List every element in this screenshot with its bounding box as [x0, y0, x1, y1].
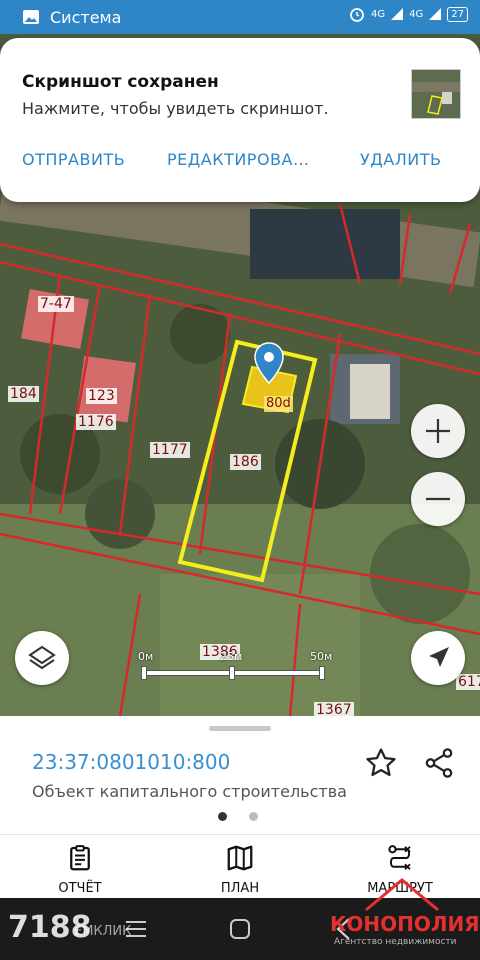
notification-subtitle: Нажмите, чтобы увидеть скриншот.	[22, 99, 329, 118]
tab-label: ПЛАН	[220, 881, 260, 896]
notification-title: Скриншот сохранен	[22, 72, 219, 92]
lot-label[interactable]: 1177	[150, 442, 190, 458]
location-pin-icon[interactable]	[254, 342, 284, 384]
zoom-in-button[interactable]	[411, 404, 465, 458]
tab-label: ОТЧЁТ	[58, 881, 102, 896]
lot-label[interactable]: 617	[456, 674, 480, 690]
zoom-out-button[interactable]	[411, 472, 465, 526]
layers-icon	[28, 645, 56, 670]
agency-logo-icon	[365, 878, 439, 912]
route-icon	[388, 845, 411, 870]
lot-label[interactable]: 7-47	[38, 296, 74, 312]
scale-label-25: 25м	[220, 650, 243, 663]
notification-actions: ОТПРАВИТЬ РЕДАКТИРОВА… УДАЛИТЬ	[0, 150, 480, 174]
watermark-right: КОНОПОЛИЯ	[330, 912, 480, 936]
page-dot	[249, 812, 258, 821]
report-icon	[70, 845, 90, 871]
lot-label[interactable]: 123	[86, 388, 117, 404]
navigation-arrow-icon	[429, 647, 449, 667]
object-details-sheet[interactable]: 23:37:0801010:800 Объект капитального ст…	[0, 716, 480, 834]
scale-tick	[229, 666, 235, 680]
lot-label[interactable]: 184	[8, 386, 39, 402]
home-icon[interactable]	[228, 917, 252, 941]
sheet-handle[interactable]	[209, 726, 271, 731]
lot-label[interactable]: 186	[230, 454, 261, 470]
scale-tick	[319, 666, 325, 680]
delete-button[interactable]: УДАЛИТЬ	[360, 150, 441, 169]
share-icon[interactable]	[422, 746, 456, 780]
plus-icon	[426, 419, 450, 443]
tab-plan[interactable]: ПЛАН	[180, 843, 300, 896]
minus-icon	[426, 497, 450, 501]
star-icon[interactable]	[364, 746, 398, 780]
scale-label-50: 50м	[310, 650, 333, 663]
scale-label-0: 0м	[138, 650, 154, 663]
page-dot-active	[218, 812, 227, 821]
cadastral-number[interactable]: 23:37:0801010:800	[32, 750, 230, 774]
map-plan-icon	[227, 845, 253, 871]
watermark-right-sub: Агентство недвижимости	[334, 937, 457, 947]
lot-label[interactable]: 80d	[264, 396, 293, 412]
edit-button[interactable]: РЕДАКТИРОВА…	[167, 150, 309, 169]
screenshot-notification[interactable]: Скриншот сохранен Нажмите, чтобы увидеть…	[0, 38, 480, 202]
thumbnail-image	[412, 70, 460, 118]
send-button[interactable]: ОТПРАВИТЬ	[22, 150, 125, 169]
watermark-left-sub: ЕМКЛИК	[74, 924, 132, 939]
lot-label[interactable]: 1176	[76, 414, 116, 430]
tab-report[interactable]: ОТЧЁТ	[20, 843, 140, 896]
map-scale: 0м 25м 50м	[138, 650, 338, 690]
layers-button[interactable]	[15, 631, 69, 685]
scale-tick	[141, 666, 147, 680]
screenshot-thumbnail[interactable]	[411, 69, 461, 119]
page-indicator	[218, 812, 258, 821]
lot-label[interactable]: 1367	[314, 702, 354, 716]
object-type: Объект капитального строительства	[32, 782, 347, 801]
my-location-button[interactable]	[411, 631, 465, 685]
